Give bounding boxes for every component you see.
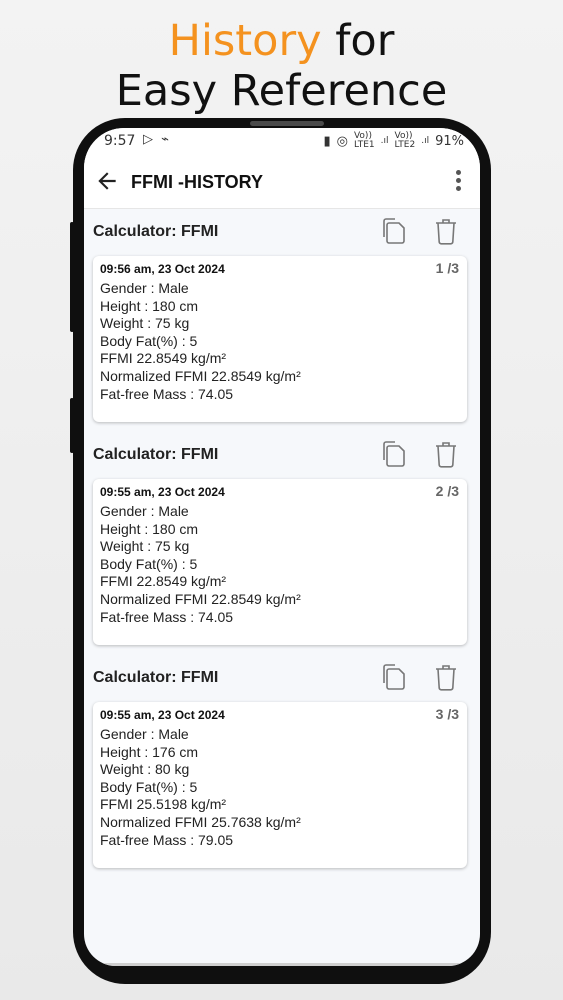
phone-screen: 9:57 ▷ ⌁ ▮ ◎ Vo)) LTE1 .ıl Vo)) LTE2 .ıl… xyxy=(84,128,480,966)
entry-details: Gender : Male Height : 180 cm Weight : 7… xyxy=(100,280,301,403)
back-arrow-icon[interactable] xyxy=(94,168,120,194)
detail-ffmi: FFMI 25.5198 kg/m² xyxy=(100,796,227,813)
entry-timestamp: 09:55 am, 23 Oct 2024 xyxy=(100,485,225,499)
hotspot-icon: ◎ xyxy=(336,133,348,149)
promo-line-1-rest: for xyxy=(321,16,395,66)
detail-ffmi: FFMI 22.8549 kg/m² xyxy=(100,350,227,367)
calculator-name: Calculator: FFMI xyxy=(93,669,219,686)
delete-icon[interactable] xyxy=(434,217,458,245)
power-button xyxy=(70,398,74,453)
detail-height: Height : 180 cm xyxy=(100,520,199,537)
entry-timestamp: 09:56 am, 23 Oct 2024 xyxy=(100,262,225,276)
copy-icon[interactable] xyxy=(380,440,406,468)
status-right-group: ▮ ◎ Vo)) LTE1 .ıl Vo)) LTE2 .ıl 91% xyxy=(323,132,464,150)
detail-height: Height : 176 cm xyxy=(100,743,199,760)
detail-ffmi: FFMI 22.8549 kg/m² xyxy=(100,573,227,590)
detail-height: Height : 180 cm xyxy=(100,297,199,314)
detail-body-fat: Body Fat(%) : 5 xyxy=(100,778,198,795)
copy-icon[interactable] xyxy=(380,663,406,691)
calculator-name: Calculator: FFMI xyxy=(93,446,219,463)
battery-saver-icon: ▮ xyxy=(323,133,331,149)
signal-lte2-icon: Vo)) LTE2 xyxy=(394,131,416,150)
detail-normalized-ffmi: Normalized FFMI 25.7638 kg/m² xyxy=(100,813,301,830)
battery-percent: 91% xyxy=(435,133,464,149)
entry-timestamp: 09:55 am, 23 Oct 2024 xyxy=(100,708,225,722)
history-entry: Calculator: FFMI 09:55 am, 23 Oct 2024 2… xyxy=(84,431,480,653)
detail-body-fat: Body Fat(%) : 5 xyxy=(100,555,198,572)
volume-button xyxy=(70,222,74,332)
entry-index: 1 /3 xyxy=(435,260,459,276)
history-card: 09:55 am, 23 Oct 2024 2 /3 Gender : Male… xyxy=(93,479,467,645)
page-title: FFMI -HISTORY xyxy=(131,172,263,192)
entry-details: Gender : Male Height : 180 cm Weight : 7… xyxy=(100,503,301,626)
status-time: 9:57 xyxy=(104,133,136,149)
detail-gender: Gender : Male xyxy=(100,280,189,296)
app-bar: FFMI -HISTORY xyxy=(84,158,480,209)
signal-lte1-icon: Vo)) LTE1 xyxy=(353,131,375,150)
entry-index: 3 /3 xyxy=(435,706,459,722)
promo-line-1: History for xyxy=(0,16,563,66)
earpiece-speaker xyxy=(250,121,324,126)
detail-normalized-ffmi: Normalized FFMI 22.8549 kg/m² xyxy=(100,367,301,384)
history-entry: Calculator: FFMI 09:55 am, 23 Oct 2024 3… xyxy=(84,654,480,876)
notification-icons: ▷ ⌁ xyxy=(143,132,171,147)
detail-body-fat: Body Fat(%) : 5 xyxy=(100,332,198,349)
entry-index: 2 /3 xyxy=(435,483,459,499)
signal-bars-icon-2: .ıl xyxy=(421,136,430,146)
detail-fat-free-mass: Fat-free Mass : 74.05 xyxy=(100,608,234,625)
detail-fat-free-mass: Fat-free Mass : 79.05 xyxy=(100,831,234,848)
copy-icon[interactable] xyxy=(380,217,406,245)
signal-bars-icon: .ıl xyxy=(380,136,389,146)
entry-details: Gender : Male Height : 176 cm Weight : 8… xyxy=(100,726,301,849)
delete-icon[interactable] xyxy=(434,440,458,468)
delete-icon[interactable] xyxy=(434,663,458,691)
history-card: 09:56 am, 23 Oct 2024 1 /3 Gender : Male… xyxy=(93,256,467,422)
detail-normalized-ffmi: Normalized FFMI 22.8549 kg/m² xyxy=(100,590,301,607)
detail-gender: Gender : Male xyxy=(100,726,189,742)
history-entry: Calculator: FFMI 09:56 am, 23 Oct 2024 1… xyxy=(84,208,480,430)
promo-line-2: Easy Reference xyxy=(115,66,448,116)
promo-accent-word: History xyxy=(168,16,322,66)
detail-gender: Gender : Male xyxy=(100,503,189,519)
detail-weight: Weight : 80 kg xyxy=(100,761,190,778)
calculator-name: Calculator: FFMI xyxy=(93,223,219,240)
detail-weight: Weight : 75 kg xyxy=(100,315,190,332)
status-bar: 9:57 ▷ ⌁ ▮ ◎ Vo)) LTE1 .ıl Vo)) LTE2 .ıl… xyxy=(84,128,480,158)
more-options-icon[interactable] xyxy=(454,168,462,198)
detail-weight: Weight : 75 kg xyxy=(100,538,190,555)
history-card: 09:55 am, 23 Oct 2024 3 /3 Gender : Male… xyxy=(93,702,467,868)
detail-fat-free-mass: Fat-free Mass : 74.05 xyxy=(100,385,234,402)
promo-headline: History for Easy Reference xyxy=(0,16,563,116)
gesture-nav-bar xyxy=(84,963,480,966)
